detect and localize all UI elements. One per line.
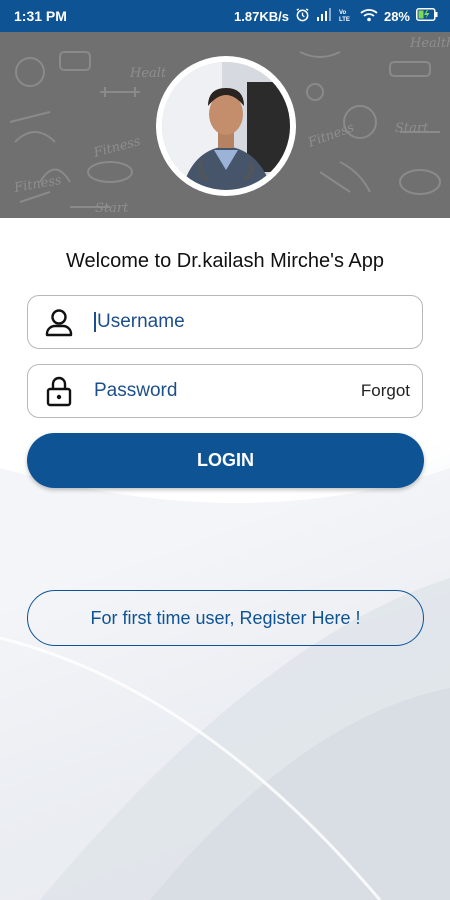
svg-text:Start: Start <box>95 201 129 216</box>
svg-text:Healt: Healt <box>129 66 167 81</box>
status-icons: 1.87KB/s Vo LTE 28% <box>234 7 438 25</box>
svg-text:Vo: Vo <box>339 10 347 16</box>
header-banner: Fitness Healt Fitness Fitness Start Heal… <box>0 32 450 218</box>
login-content: Welcome to Dr.kailash Mirche's App Usern… <box>0 218 450 900</box>
status-bar: 1:31 PM 1.87KB/s Vo LTE 28% <box>0 0 450 32</box>
battery-icon <box>416 8 438 24</box>
password-input[interactable]: Password <box>94 380 361 402</box>
doctor-avatar <box>162 62 290 190</box>
username-input[interactable]: Username <box>94 311 422 333</box>
text-caret <box>94 311 96 332</box>
username-field[interactable]: Username <box>27 295 423 349</box>
signal-icon <box>316 8 332 24</box>
svg-text:LTE: LTE <box>339 17 350 22</box>
network-speed: 1.87KB/s <box>234 8 289 24</box>
forgot-password-link[interactable]: Forgot <box>361 381 410 401</box>
battery-percent: 28% <box>383 8 410 24</box>
password-field[interactable]: Password Forgot <box>27 364 423 418</box>
lock-icon <box>32 375 86 407</box>
svg-text:Start: Start <box>395 121 429 136</box>
welcome-title: Welcome to Dr.kailash Mirche's App <box>65 250 385 272</box>
wifi-icon <box>360 8 378 25</box>
volte-icon: Vo LTE <box>338 8 354 25</box>
login-button[interactable]: LOGIN <box>27 433 424 488</box>
user-icon <box>32 306 86 338</box>
svg-text:Health: Health <box>409 36 450 51</box>
register-button[interactable]: For first time user, Register Here ! <box>27 590 424 646</box>
alarm-icon <box>295 7 310 25</box>
status-time: 1:31 PM <box>14 8 67 24</box>
username-placeholder: Username <box>97 311 185 332</box>
